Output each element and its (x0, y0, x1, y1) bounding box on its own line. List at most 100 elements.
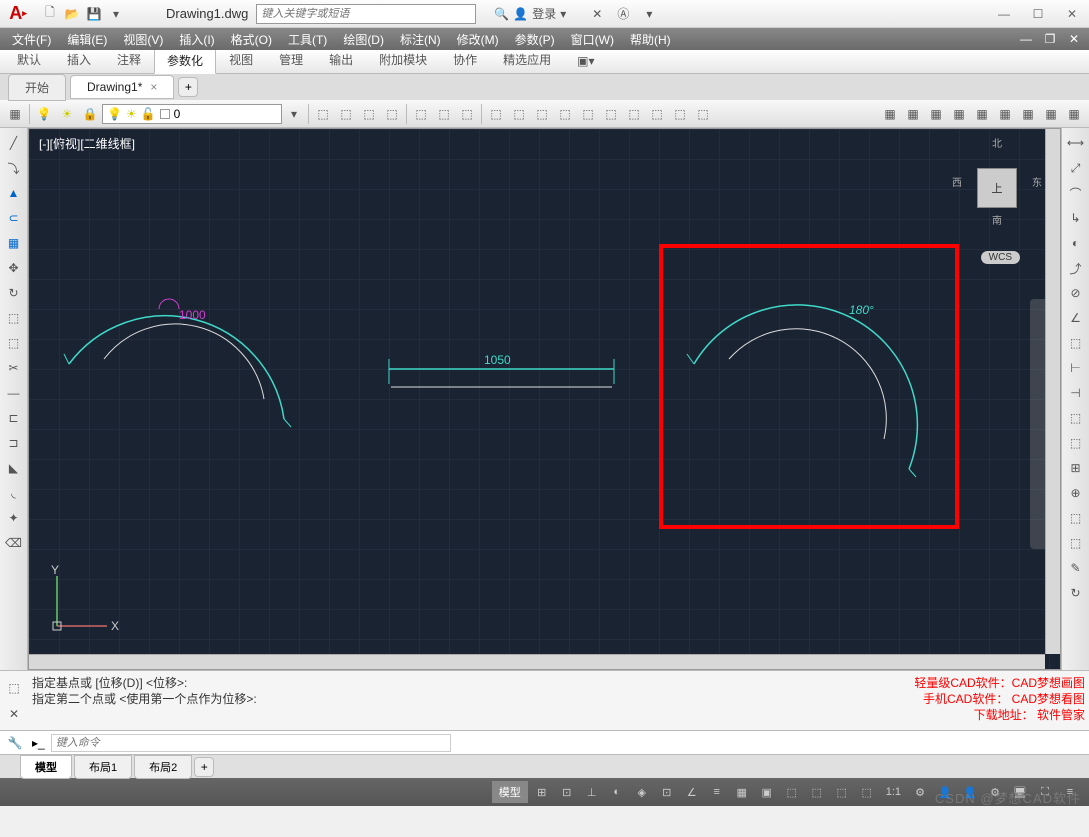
menu-tools[interactable]: 工具(T) (280, 29, 335, 50)
dim-tol-icon[interactable]: ⊞ (1065, 457, 1087, 479)
stretch-icon[interactable]: ⬚ (3, 332, 25, 354)
menu-help[interactable]: 帮助(H) (622, 29, 679, 50)
erase-icon[interactable]: ⌫ (3, 532, 25, 554)
menu-draw[interactable]: 绘图(D) (335, 29, 392, 50)
ribtab-addon[interactable]: 附加模块 (366, 46, 440, 73)
menu-param[interactable]: 参数(P) (507, 29, 563, 50)
tool-d-icon[interactable]: ⬚ (381, 103, 403, 125)
menu-view[interactable]: 视图(V) (115, 29, 171, 50)
ribtab-output[interactable]: 输出 (316, 46, 366, 73)
explode-icon[interactable]: ✦ (3, 507, 25, 529)
mirror-icon[interactable]: ▲ (3, 182, 25, 204)
3dosnap-icon[interactable]: ⬚ (781, 781, 803, 803)
dim-linear-icon[interactable]: ⟷ (1065, 132, 1087, 154)
ribtab-insert[interactable]: 插入 (54, 46, 104, 73)
exchange-icon[interactable]: ✕ (586, 3, 608, 25)
layout-add-button[interactable]: + (194, 757, 214, 777)
dim-center-icon[interactable]: ⊕ (1065, 482, 1087, 504)
gear-icon[interactable]: ⚙ (909, 781, 931, 803)
layer-lock-icon[interactable]: 🔒 (79, 103, 101, 125)
qp-icon[interactable]: ⬚ (831, 781, 853, 803)
qat-save-icon[interactable]: 💾 (84, 4, 104, 24)
polar-icon[interactable]: ◐ (606, 781, 628, 803)
panel-c-icon[interactable]: ▦ (925, 103, 947, 125)
extend-icon[interactable]: — (3, 382, 25, 404)
panel-b-icon[interactable]: ▦ (902, 103, 924, 125)
maximize-button[interactable]: ☐ (1021, 2, 1055, 26)
panel-f-icon[interactable]: ▦ (994, 103, 1016, 125)
join-icon[interactable]: ⊐ (3, 432, 25, 454)
tool-j-icon[interactable]: ⬚ (531, 103, 553, 125)
panel-d-icon[interactable]: ▦ (948, 103, 970, 125)
polyline-icon[interactable]: ⤵ (3, 157, 25, 179)
doctab-drawing1[interactable]: Drawing1*× (70, 75, 174, 99)
search-input[interactable] (256, 4, 476, 24)
dim-quick-icon[interactable]: ⬚ (1065, 332, 1087, 354)
panel-h-icon[interactable]: ▦ (1040, 103, 1062, 125)
panel-a-icon[interactable]: ▦ (879, 103, 901, 125)
app-logo[interactable]: A▸ (6, 2, 30, 26)
layer-bulb-icon[interactable]: 💡 (33, 103, 55, 125)
cmd-close-icon[interactable]: ✕ (3, 703, 25, 725)
otrack-icon[interactable]: ∠ (681, 781, 703, 803)
tool-g-icon[interactable]: ⬚ (456, 103, 478, 125)
move-icon[interactable]: ✥ (3, 257, 25, 279)
array-icon[interactable]: ▦ (3, 232, 25, 254)
scale-icon[interactable]: ⬚ (3, 307, 25, 329)
tool-l-icon[interactable]: ⬚ (577, 103, 599, 125)
dim-edit-icon[interactable]: ✎ (1065, 557, 1087, 579)
rotate-icon[interactable]: ↻ (3, 282, 25, 304)
tool-i-icon[interactable]: ⬚ (508, 103, 530, 125)
doc-minimize-button[interactable]: — (1015, 28, 1037, 50)
panel-e-icon[interactable]: ▦ (971, 103, 993, 125)
add-tab-button[interactable]: + (178, 77, 198, 97)
panel-g-icon[interactable]: ▦ (1017, 103, 1039, 125)
scroll-v[interactable] (1045, 129, 1060, 654)
dim-aligned-icon[interactable]: ⤢ (1065, 157, 1087, 179)
cmd-tool-icon[interactable]: 🔧 (4, 732, 26, 754)
layer-sun-icon[interactable]: ☀ (56, 103, 78, 125)
doc-close-button[interactable]: ✕ (1063, 28, 1085, 50)
dim-dia-icon[interactable]: ⊘ (1065, 282, 1087, 304)
qat-new-icon[interactable]: 🗋 (40, 4, 60, 24)
osnap-icon[interactable]: ⊡ (656, 781, 678, 803)
layout-1[interactable]: 布局1 (74, 755, 132, 779)
fillet-icon[interactable]: ◟ (3, 482, 25, 504)
dim-jog-icon[interactable]: ⤴ (1065, 257, 1087, 279)
offset-icon[interactable]: ⊂ (3, 207, 25, 229)
doctab-start[interactable]: 开始 (8, 74, 66, 101)
ribtab-more-icon[interactable]: ▣▾ (564, 49, 607, 73)
ribtab-param[interactable]: 参数化 (154, 47, 216, 74)
panel-i-icon[interactable]: ▦ (1063, 103, 1085, 125)
menu-modify[interactable]: 修改(M) (449, 29, 507, 50)
tool-o-icon[interactable]: ⬚ (646, 103, 668, 125)
dim-arc-icon[interactable]: ⌒ (1065, 182, 1087, 204)
ribtab-collab[interactable]: 协作 (440, 46, 490, 73)
menu-window[interactable]: 窗口(W) (563, 29, 622, 50)
tool-c-icon[interactable]: ⬚ (358, 103, 380, 125)
trim-icon[interactable]: ✂ (3, 357, 25, 379)
menu-insert[interactable]: 插入(I) (171, 29, 222, 50)
layout-model[interactable]: 模型 (20, 755, 72, 779)
doc-restore-button[interactable]: ❐ (1039, 28, 1061, 50)
ribtab-featured[interactable]: 精选应用 (490, 46, 564, 73)
cmd-up-icon[interactable]: ⬚ (3, 677, 25, 699)
tool-f-icon[interactable]: ⬚ (433, 103, 455, 125)
tool-a-icon[interactable]: ⬚ (312, 103, 334, 125)
chamfer-icon[interactable]: ◣ (3, 457, 25, 479)
dim-cont-icon[interactable]: ⊣ (1065, 382, 1087, 404)
tool-n-icon[interactable]: ⬚ (623, 103, 645, 125)
login-button[interactable]: 🔍 👤 登录 ▾ (494, 5, 566, 22)
layer-props-icon[interactable]: ▦ (4, 103, 26, 125)
dim-upd-icon[interactable]: ↻ (1065, 582, 1087, 604)
ribtab-view[interactable]: 视图 (216, 46, 266, 73)
dim-ord-icon[interactable]: ↳ (1065, 207, 1087, 229)
layer-drop-icon[interactable]: ▾ (283, 103, 305, 125)
cycle-icon[interactable]: ▣ (756, 781, 778, 803)
drawing-canvas[interactable]: [-][俯视][二维线框] 1000 1050 180° 北 (28, 128, 1061, 670)
close-tab-icon[interactable]: × (150, 80, 157, 94)
tool-q-icon[interactable]: ⬚ (692, 103, 714, 125)
dyn-icon[interactable]: ⬚ (806, 781, 828, 803)
menu-file[interactable]: 文件(F) (4, 29, 59, 50)
grid-icon[interactable]: ⊞ (531, 781, 553, 803)
